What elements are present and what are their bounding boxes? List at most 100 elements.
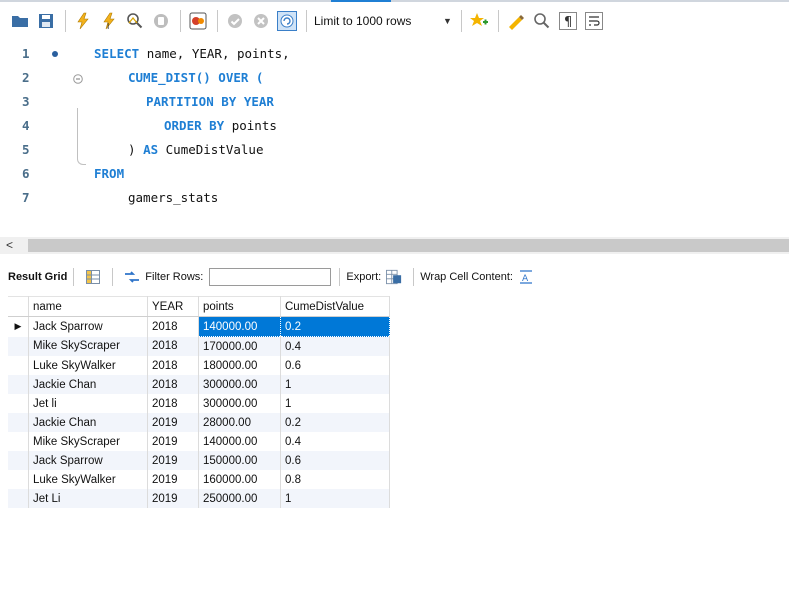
cell-points[interactable]: 150000.00	[198, 451, 281, 470]
cell-points-selected[interactable]: 140000.00	[198, 316, 281, 337]
table-row[interactable]: Jack Sparrow 2019 150000.00 0.6	[8, 451, 390, 470]
column-header-cumedistvalue[interactable]: CumeDistValue	[280, 296, 390, 317]
cell-points[interactable]: 300000.00	[198, 394, 281, 413]
wrap-cell-icon[interactable]: A	[518, 269, 534, 285]
cell-name[interactable]: Mike SkyScraper	[28, 432, 148, 451]
table-row[interactable]: Luke SkyWalker 2019 160000.00 0.8	[8, 470, 390, 489]
row-marker	[8, 451, 29, 470]
execute-current-icon[interactable]: I	[99, 11, 119, 31]
open-folder-icon[interactable]	[10, 11, 30, 31]
row-marker	[8, 413, 29, 432]
table-row[interactable]: Jet li 2018 300000.00 1	[8, 394, 390, 413]
cell-cumedistvalue[interactable]: 0.4	[280, 336, 390, 356]
cell-name[interactable]: Jack Sparrow	[28, 316, 148, 337]
scrollbar-thumb[interactable]	[28, 239, 789, 252]
line-number: 5	[22, 142, 30, 157]
toolbar-separator	[460, 10, 462, 32]
fold-toggle-icon[interactable]	[73, 74, 83, 84]
row-marker	[8, 432, 29, 451]
cell-cumedistvalue[interactable]: 1	[280, 489, 390, 508]
limit-rows-select[interactable]: Limit to 1000 rows ▼	[314, 11, 452, 31]
code-text: ORDER BY points	[164, 118, 277, 133]
table-row[interactable]: Jackie Chan 2019 28000.00 0.2	[8, 413, 390, 432]
toggle-output-icon[interactable]	[188, 11, 208, 31]
cell-points[interactable]: 170000.00	[198, 336, 281, 356]
filter-rows-input[interactable]	[209, 268, 332, 286]
cell-points[interactable]: 250000.00	[198, 489, 281, 508]
table-row[interactable]: Mike SkyScraper 2019 140000.00 0.4	[8, 432, 390, 451]
column-header-points[interactable]: points	[198, 296, 281, 317]
save-icon[interactable]	[36, 11, 56, 31]
toolbar-separator	[73, 268, 75, 286]
execute-icon[interactable]	[73, 11, 93, 31]
cell-name[interactable]: Mike SkyScraper	[28, 336, 148, 356]
table-row[interactable]: ▶ Jack Sparrow 2018 140000.00 0.2	[8, 316, 390, 337]
cell-year[interactable]: 2019	[147, 451, 199, 470]
cell-year[interactable]: 2019	[147, 413, 199, 432]
cell-points[interactable]: 160000.00	[198, 470, 281, 489]
cell-name[interactable]: Jackie Chan	[28, 413, 148, 432]
cell-year[interactable]: 2019	[147, 489, 199, 508]
cell-name[interactable]: Luke SkyWalker	[28, 470, 148, 489]
line-number: 2	[22, 70, 30, 85]
autocommit-icon[interactable]	[277, 11, 297, 31]
table-row[interactable]: Mike SkyScraper 2018 170000.00 0.4	[8, 336, 390, 356]
cell-name[interactable]: Jackie Chan	[28, 375, 148, 394]
cell-year[interactable]: 2019	[147, 470, 199, 489]
cell-year[interactable]: 2018	[147, 316, 199, 337]
toolbar-separator	[497, 10, 499, 32]
export-label: Export:	[346, 271, 382, 283]
sql-editor[interactable]: 1 SELECT name, YEAR, points, 2 CUME_DIST…	[0, 40, 789, 236]
cell-name[interactable]: Jack Sparrow	[28, 451, 148, 470]
table-row[interactable]: Jackie Chan 2018 300000.00 1	[8, 375, 390, 394]
cell-cumedistvalue[interactable]: 0.6	[280, 356, 390, 375]
cell-name[interactable]: Jet li	[28, 394, 148, 413]
cell-year[interactable]: 2018	[147, 394, 199, 413]
cell-points[interactable]: 180000.00	[198, 356, 281, 375]
cell-points[interactable]: 300000.00	[198, 375, 281, 394]
cell-year[interactable]: 2019	[147, 432, 199, 451]
cell-name[interactable]: Luke SkyWalker	[28, 356, 148, 375]
result-grid: name YEAR points CumeDistValue ▶ Jack Sp…	[8, 296, 390, 508]
find-icon[interactable]	[532, 11, 552, 31]
result-grid-tab[interactable]: Result Grid	[8, 271, 67, 283]
cell-year[interactable]: 2018	[147, 336, 199, 356]
code-line: 4 ORDER BY points	[0, 114, 789, 138]
explain-icon[interactable]	[125, 11, 145, 31]
cell-cumedistvalue[interactable]: 0.6	[280, 451, 390, 470]
toolbar-separator	[65, 10, 66, 32]
column-header-name[interactable]: name	[28, 296, 148, 317]
invisible-chars-icon[interactable]: ¶	[558, 11, 578, 31]
editor-horizontal-scrollbar[interactable]: <	[0, 237, 789, 254]
code-text: CUME_DIST() OVER (	[128, 70, 264, 85]
wrap-icon[interactable]	[584, 11, 604, 31]
row-marker	[8, 489, 29, 508]
cell-year[interactable]: 2018	[147, 375, 199, 394]
code-line: 3 PARTITION BY YEAR	[0, 90, 789, 114]
cell-cumedistvalue-selected[interactable]: 0.2	[280, 316, 390, 337]
toolbar-separator	[306, 10, 307, 32]
cell-cumedistvalue[interactable]: 1	[280, 375, 390, 394]
stop-icon[interactable]	[151, 11, 171, 31]
cell-cumedistvalue[interactable]: 1	[280, 394, 390, 413]
cell-cumedistvalue[interactable]: 0.8	[280, 470, 390, 489]
beautify-icon[interactable]	[506, 11, 526, 31]
table-row[interactable]: Luke SkyWalker 2018 180000.00 0.6	[8, 356, 390, 375]
column-header-year[interactable]: YEAR	[147, 296, 199, 317]
grid-view-icon[interactable]	[85, 269, 101, 285]
table-row[interactable]: Jet Li 2019 250000.00 1	[8, 489, 390, 508]
cell-points[interactable]: 28000.00	[198, 413, 281, 432]
scroll-left-icon[interactable]: <	[6, 237, 13, 254]
row-marker-header	[8, 296, 29, 317]
cell-cumedistvalue[interactable]: 0.4	[280, 432, 390, 451]
bookmark-icon[interactable]	[469, 11, 489, 31]
cell-points[interactable]: 140000.00	[198, 432, 281, 451]
line-number: 7	[22, 190, 30, 205]
commit-icon[interactable]	[225, 11, 245, 31]
cell-year[interactable]: 2018	[147, 356, 199, 375]
cell-cumedistvalue[interactable]: 0.2	[280, 413, 390, 432]
cell-name[interactable]: Jet Li	[28, 489, 148, 508]
rollback-icon[interactable]	[251, 11, 271, 31]
line-number: 1	[22, 46, 30, 61]
export-icon[interactable]	[386, 269, 402, 285]
